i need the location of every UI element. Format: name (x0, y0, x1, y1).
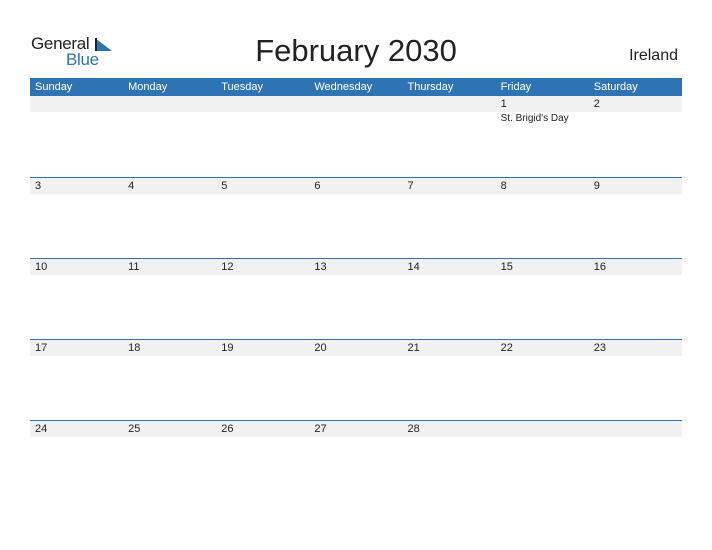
week-row: 24 25 26 27 28 (30, 420, 682, 501)
day-number: 22 (500, 342, 513, 354)
day-cell: 3 (30, 178, 123, 194)
weekday-saturday: Saturday (593, 81, 638, 93)
weekday-thursday: Thursday (407, 81, 454, 93)
weekday-header: Sunday Monday Tuesday Wednesday Thursday Frid… (30, 78, 682, 96)
calendar-grid: Sunday Monday Tuesday Wednesday Thursday Frid… (30, 78, 682, 501)
day-number: 6 (314, 180, 321, 192)
day-number: 26 (221, 423, 234, 435)
day-number: 17 (35, 342, 48, 354)
day-number: 15 (500, 261, 513, 273)
day-cell: 19 (216, 340, 309, 356)
day-number: 5 (221, 180, 228, 192)
day-cell: 7 (403, 178, 496, 194)
day-cell: 20 (309, 340, 402, 356)
week-days: 24 25 26 27 28 (30, 421, 682, 437)
weekday-sunday: Sunday (35, 81, 73, 93)
day-number: 18 (128, 342, 141, 354)
day-cell: 16 (589, 259, 682, 275)
day-cell: 14 (403, 259, 496, 275)
day-number: 11 (128, 261, 140, 273)
day-number: 8 (500, 180, 507, 192)
day-number (594, 421, 682, 437)
day-cell: 4 (123, 178, 216, 194)
day-cell: 27 (309, 421, 402, 437)
page-title: February 2030 (255, 33, 457, 68)
day-cell: 25 (123, 421, 216, 437)
day-number: 9 (593, 180, 600, 192)
week-days: 17 18 19 20 21 22 23 (30, 340, 682, 356)
day-cell: 18 (123, 340, 216, 356)
day-cell: 17 (30, 340, 123, 356)
day-number (314, 96, 402, 112)
day-number: 2 (593, 98, 600, 110)
day-cell: 8 (496, 178, 589, 194)
day-cell: 11 (123, 259, 216, 275)
day-number: 20 (314, 342, 327, 354)
day-cell: 2 (589, 96, 682, 126)
day-number: 10 (35, 261, 48, 273)
day-cell: 26 (216, 421, 309, 437)
day-cell: 6 (309, 178, 402, 194)
day-number (221, 96, 309, 112)
day-number: 1 (500, 98, 507, 110)
day-number: 13 (314, 261, 327, 273)
day-number (408, 96, 496, 112)
day-number: 14 (407, 261, 420, 273)
day-cell: 28 (403, 421, 496, 437)
day-number: 21 (407, 342, 420, 354)
day-cell (403, 96, 496, 126)
day-number: 7 (407, 180, 414, 192)
week-row: 17 18 19 20 21 22 23 (30, 339, 682, 420)
weekday-wednesday: Wednesday (314, 81, 373, 93)
day-number: 3 (35, 180, 42, 192)
weeks-container: 1 St. Brigid's Day 2 3 4 5 6 7 8 9 10 11 12 13 14 15 16 1… (30, 96, 682, 501)
day-number: 24 (35, 423, 48, 435)
day-cell: 9 (589, 178, 682, 194)
day-cell: 21 (403, 340, 496, 356)
day-number: 16 (593, 261, 606, 273)
weekday-friday: Friday (500, 81, 532, 93)
day-number (35, 96, 123, 112)
day-cell (309, 96, 402, 126)
day-number: 19 (221, 342, 234, 354)
day-cell: 5 (216, 178, 309, 194)
week-days: 1 St. Brigid's Day 2 (30, 96, 682, 126)
day-cell: 13 (309, 259, 402, 275)
day-number: 23 (593, 342, 606, 354)
day-cell: 10 (30, 259, 123, 275)
day-cell: 15 (496, 259, 589, 275)
weekday-monday: Monday (128, 81, 168, 93)
week-row: 10 11 12 13 14 15 16 (30, 258, 682, 339)
day-number: 27 (314, 423, 327, 435)
day-cell (30, 96, 123, 126)
day-cell: 1 St. Brigid's Day (496, 96, 589, 126)
day-number: 12 (221, 261, 234, 273)
day-cell (216, 96, 309, 126)
day-number: 28 (407, 423, 420, 435)
country-label: Ireland (629, 47, 678, 64)
day-cell (496, 421, 589, 437)
day-number (501, 421, 589, 437)
day-number: 25 (128, 423, 141, 435)
weekday-tuesday: Tuesday (221, 81, 264, 93)
day-cell: 12 (216, 259, 309, 275)
week-days: 10 11 12 13 14 15 16 (30, 259, 682, 275)
day-number (128, 96, 216, 112)
day-cell (589, 421, 682, 437)
day-cell: 23 (589, 340, 682, 356)
day-cell: 24 (30, 421, 123, 437)
day-number: 4 (128, 180, 135, 192)
week-row: 1 St. Brigid's Day 2 (30, 96, 682, 177)
week-days: 3 4 5 6 7 8 9 (30, 178, 682, 194)
day-cell (123, 96, 216, 126)
week-row: 3 4 5 6 7 8 9 (30, 177, 682, 258)
holiday-label: St. Brigid's Day (500, 113, 569, 124)
day-cell: 22 (496, 340, 589, 356)
